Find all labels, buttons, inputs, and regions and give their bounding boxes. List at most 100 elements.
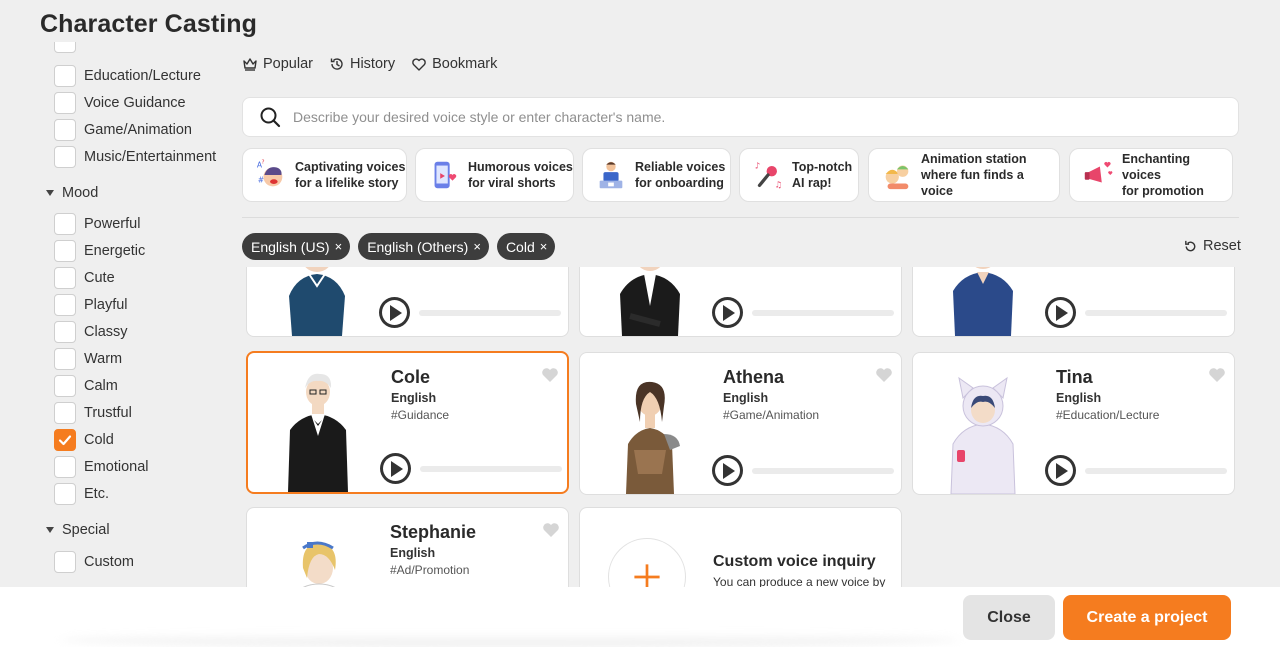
suggestion-text: Humorous voices for viral shorts — [468, 160, 573, 190]
checkbox-label: Trustful — [84, 405, 132, 421]
suggestion-onboarding[interactable]: Reliable voices for onboarding — [582, 148, 731, 202]
checkbox[interactable] — [54, 119, 76, 141]
divider — [242, 217, 1239, 218]
suggestion-animation-station[interactable]: Animation station where fun finds a voic… — [868, 148, 1060, 202]
mood-emotional[interactable]: Emotional — [54, 455, 148, 479]
character-portrait — [302, 541, 336, 587]
mood-classy[interactable]: Classy — [54, 320, 128, 344]
bookmark-heart-icon[interactable] — [542, 522, 560, 538]
checkbox-label: Calm — [84, 378, 118, 394]
voice-card-stephanie[interactable]: Stephanie English #Ad/Promotion — [246, 507, 569, 587]
character-portrait — [626, 381, 680, 494]
voice-card-athena[interactable]: Athena English #Game/Animation — [579, 352, 902, 495]
voice-card-tina[interactable]: Tina English #Education/Lecture — [912, 352, 1235, 495]
checkbox[interactable] — [54, 456, 76, 478]
audio-progress-bar[interactable] — [752, 310, 894, 316]
play-icon[interactable] — [712, 455, 743, 486]
play-icon[interactable] — [1045, 455, 1076, 486]
collapse-triangle-icon — [46, 527, 54, 533]
mood-section-toggle[interactable]: Mood — [46, 183, 98, 203]
checkbox-label: Emotional — [84, 459, 149, 475]
checkbox[interactable] — [54, 267, 76, 289]
checkbox-label: Classy — [84, 324, 128, 340]
suggestion-text: Top-notch AI rap! — [792, 160, 853, 190]
category-game-animation[interactable]: Game/Animation — [54, 118, 192, 142]
voice-card[interactable] — [579, 267, 902, 337]
category-education-lecture[interactable]: Education/Lecture — [54, 64, 201, 88]
mood-calm[interactable]: Calm — [54, 374, 118, 398]
audio-progress-bar[interactable] — [420, 466, 562, 472]
checkbox[interactable] — [54, 294, 76, 316]
checkbox[interactable] — [54, 483, 76, 505]
checkbox[interactable] — [54, 402, 76, 424]
audio-progress-bar[interactable] — [752, 468, 894, 474]
bookmark-heart-icon[interactable] — [875, 367, 893, 383]
character-portrait — [953, 267, 1013, 336]
custom-voice-inquiry-card[interactable]: Custom voice inquiry You can produce a n… — [579, 507, 902, 587]
voice-grid: Cole English #Guidance Athena English #G… — [242, 267, 1242, 587]
character-portrait — [620, 267, 680, 336]
voice-name: Cole — [391, 367, 431, 387]
checkmark-icon — [58, 435, 72, 446]
active-filter-chips: English (US) × English (Others) × Cold × — [242, 233, 556, 260]
special-section-toggle[interactable]: Special — [46, 520, 110, 540]
checkbox[interactable] — [54, 240, 76, 262]
checkbox[interactable] — [54, 551, 76, 573]
mood-playful[interactable]: Playful — [54, 293, 128, 317]
checkbox-label: Music/Entertainment — [84, 149, 217, 165]
audio-progress-bar[interactable] — [1085, 310, 1227, 316]
voice-name: Tina — [1056, 367, 1093, 387]
mood-warm[interactable]: Warm — [54, 347, 122, 371]
checkbox[interactable] — [54, 65, 76, 87]
play-icon[interactable] — [712, 297, 743, 328]
reset-button[interactable]: Reset — [1183, 238, 1241, 254]
sidebar-checkbox-row-clipped[interactable] — [54, 42, 76, 54]
remove-chip-icon[interactable]: × — [473, 239, 481, 254]
search-input[interactable] — [293, 109, 1193, 125]
play-icon[interactable] — [379, 297, 410, 328]
category-voice-guidance[interactable]: Voice Guidance — [54, 91, 186, 115]
character-portrait — [289, 267, 345, 336]
checkbox[interactable] — [54, 375, 76, 397]
nav-bookmark[interactable]: Bookmark — [411, 56, 497, 72]
bookmark-heart-icon[interactable] — [1208, 367, 1226, 383]
close-button[interactable]: Close — [963, 595, 1055, 640]
suggestion-ai-rap[interactable]: ♪ ♫ Top-notch AI rap! — [739, 148, 859, 202]
create-project-button[interactable]: Create a project — [1063, 595, 1231, 640]
mood-trustful[interactable]: Trustful — [54, 401, 132, 425]
mood-cute[interactable]: Cute — [54, 266, 115, 290]
special-custom[interactable]: Custom — [54, 550, 134, 574]
checkbox[interactable] — [54, 42, 76, 53]
audio-progress-bar[interactable] — [419, 310, 561, 316]
character-portrait — [288, 373, 348, 492]
mood-cold[interactable]: Cold — [54, 428, 114, 452]
suggestion-lifelike-story[interactable]: A #? Captivating voices for a lifelike st… — [242, 148, 407, 202]
checkbox-checked[interactable] — [54, 429, 76, 451]
play-icon[interactable] — [380, 453, 411, 484]
checkbox-label: Playful — [84, 297, 128, 313]
bookmark-heart-icon[interactable] — [541, 367, 559, 383]
nav-history[interactable]: History — [329, 56, 395, 72]
suggestion-promotion[interactable]: Enchanting voices for promotion — [1069, 148, 1233, 202]
mood-energetic[interactable]: Energetic — [54, 239, 145, 263]
audio-progress-bar[interactable] — [1085, 468, 1227, 474]
mood-etc[interactable]: Etc. — [54, 482, 109, 506]
reset-icon — [1185, 240, 1196, 251]
checkbox[interactable] — [54, 321, 76, 343]
mood-powerful[interactable]: Powerful — [54, 212, 140, 236]
nav-bookmark-label: Bookmark — [432, 56, 498, 72]
voice-card-cole[interactable]: Cole English #Guidance — [246, 351, 569, 494]
category-music-entertainment[interactable]: Music/Entertainment — [54, 145, 216, 169]
checkbox[interactable] — [54, 146, 76, 168]
checkbox[interactable] — [54, 213, 76, 235]
voice-card[interactable] — [912, 267, 1235, 337]
suggestion-viral-shorts[interactable]: Humorous voices for viral shorts — [415, 148, 574, 202]
checkbox[interactable] — [54, 348, 76, 370]
nav-popular[interactable]: Popular — [242, 56, 313, 72]
voice-card[interactable] — [246, 267, 569, 337]
remove-chip-icon[interactable]: × — [335, 239, 343, 254]
play-icon[interactable] — [1045, 297, 1076, 328]
checkbox[interactable] — [54, 92, 76, 114]
remove-chip-icon[interactable]: × — [540, 239, 548, 254]
suggestion-text: Animation station where fun finds a voic… — [921, 152, 1027, 198]
